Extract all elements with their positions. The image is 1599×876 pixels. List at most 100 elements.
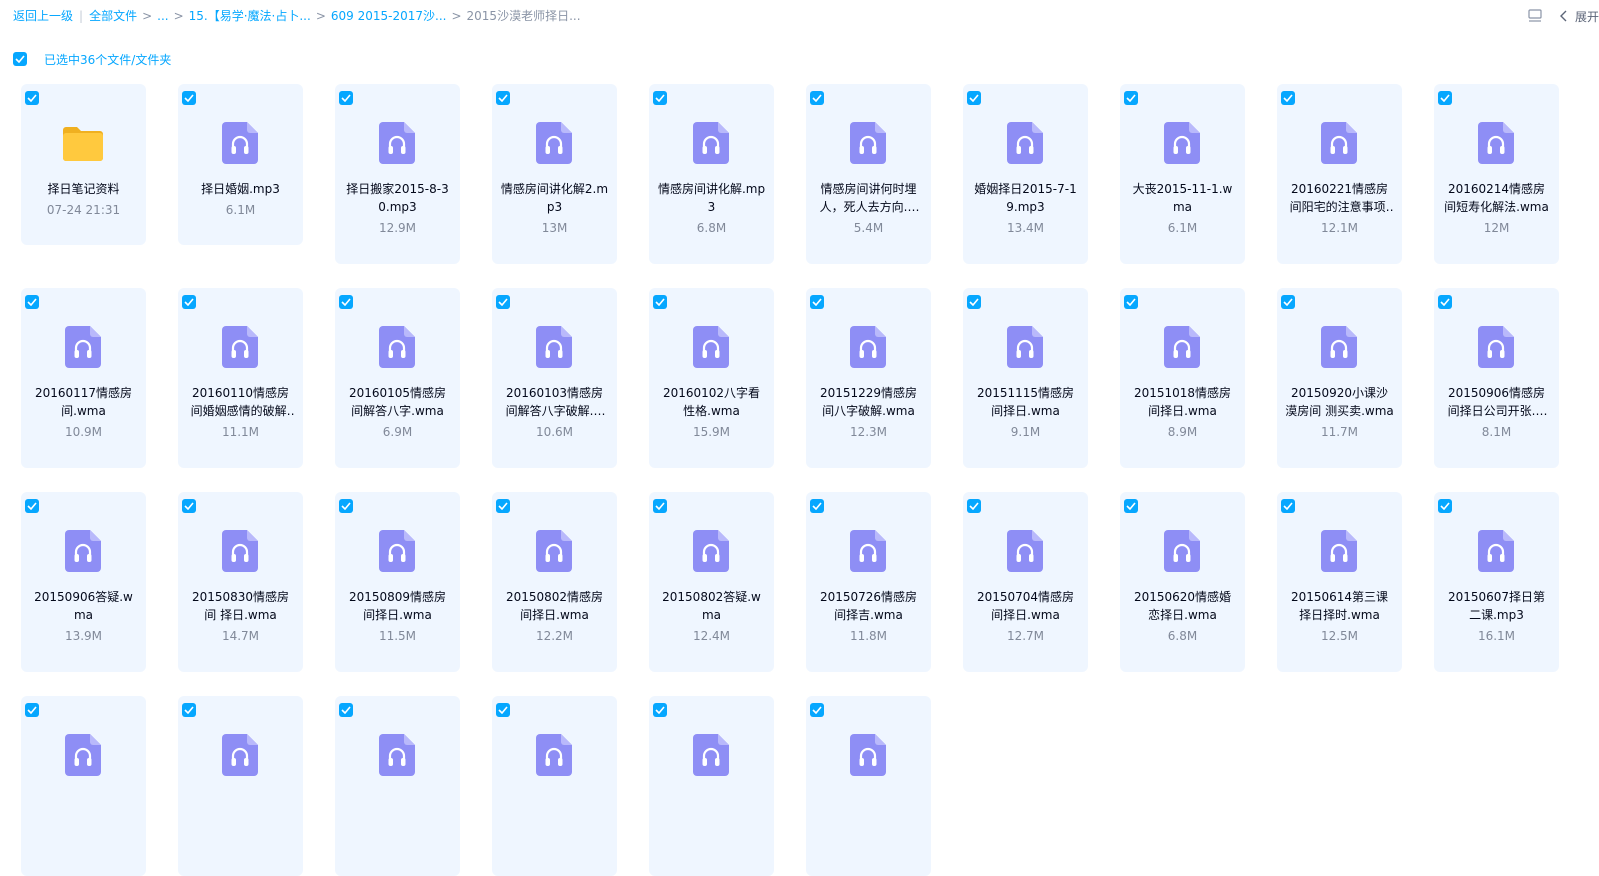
file-card[interactable]	[178, 696, 303, 876]
file-card[interactable]: 20151018情感房间择日.wma 8.9M	[1120, 288, 1245, 468]
file-card[interactable]: 20151115情感房间择日.wma 9.1M	[963, 288, 1088, 468]
file-card[interactable]	[492, 696, 617, 876]
back-link[interactable]: 返回上一级	[13, 9, 73, 23]
file-card[interactable]: 20150614第三课择日择时.wma 12.5M	[1277, 492, 1402, 672]
expand-button[interactable]: 展开	[1575, 8, 1599, 25]
file-card[interactable]: 择日搬家2015-8-30.mp3 12.9M	[335, 84, 460, 264]
file-card[interactable]: 20160214情感房间短寿化解法.wma 12M	[1434, 84, 1559, 264]
file-card[interactable]: 20150830情感房间 择日.wma 14.7M	[178, 492, 303, 672]
file-card[interactable]: 20150726情感房间择吉.wma 11.8M	[806, 492, 931, 672]
folder-card[interactable]: 择日笔记资料 07-24 21:31	[21, 84, 146, 245]
chevron-left-icon[interactable]	[1559, 10, 1569, 22]
breadcrumb-level-2[interactable]: 609 2015-2017沙...	[331, 9, 447, 23]
audio-file-icon	[1007, 530, 1043, 572]
file-card[interactable]	[21, 696, 146, 876]
file-card[interactable]: 20160103情感房间解答八字破解.wma 10.6M	[492, 288, 617, 468]
file-checkbox[interactable]	[653, 499, 667, 513]
file-checkbox[interactable]	[182, 499, 196, 513]
file-checkbox[interactable]	[967, 91, 981, 105]
checkmark-icon	[1126, 298, 1136, 306]
file-card[interactable]: 20160221情感房间阳宅的注意事项.wma 12.1M	[1277, 84, 1402, 264]
file-card[interactable]: 20160117情感房间.wma 10.9M	[21, 288, 146, 468]
file-size: 12.3M	[849, 425, 888, 439]
audio-file-icon	[1321, 122, 1357, 164]
file-checkbox[interactable]	[339, 703, 353, 717]
file-checkbox[interactable]	[653, 703, 667, 717]
checkmark-icon	[498, 298, 508, 306]
file-card[interactable]	[335, 696, 460, 876]
file-card[interactable]: 20160105情感房间解答八字.wma 6.9M	[335, 288, 460, 468]
file-checkbox[interactable]	[496, 295, 510, 309]
file-checkbox[interactable]	[25, 295, 39, 309]
breadcrumb-ellipsis[interactable]: ...	[157, 9, 168, 23]
file-checkbox[interactable]	[653, 295, 667, 309]
file-name: 大丧2015-11-1.wma	[1132, 182, 1233, 214]
file-card[interactable]: 20160102八字看性格.wma 15.9M	[649, 288, 774, 468]
file-name: 20150620情感婚恋择日.wma	[1133, 590, 1232, 622]
checkmark-icon	[812, 706, 822, 714]
file-card[interactable]: 20150906情感房间择日公司开张.wma 8.1M	[1434, 288, 1559, 468]
file-checkbox[interactable]	[1124, 91, 1138, 105]
file-card[interactable]: 20150809情感房间择日.wma 11.5M	[335, 492, 460, 672]
file-card[interactable]: 20150620情感婚恋择日.wma 6.8M	[1120, 492, 1245, 672]
breadcrumb-divider: |	[79, 9, 84, 23]
file-checkbox[interactable]	[496, 91, 510, 105]
file-checkbox[interactable]	[182, 295, 196, 309]
file-checkbox[interactable]	[25, 703, 39, 717]
file-card[interactable]: 婚姻择日2015-7-19.mp3 13.4M	[963, 84, 1088, 264]
file-checkbox[interactable]	[1281, 295, 1295, 309]
audio-file-icon	[379, 530, 415, 572]
file-checkbox[interactable]	[496, 703, 510, 717]
file-checkbox[interactable]	[182, 703, 196, 717]
file-checkbox[interactable]	[339, 295, 353, 309]
select-all-checkbox[interactable]	[13, 52, 27, 66]
file-checkbox[interactable]	[1438, 499, 1452, 513]
file-checkbox[interactable]	[967, 499, 981, 513]
file-card[interactable]: 20150802答疑.wma 12.4M	[649, 492, 774, 672]
file-checkbox[interactable]	[339, 91, 353, 105]
audio-file-icon	[536, 326, 572, 368]
file-card[interactable]: 情感房间讲化解.mp3 6.8M	[649, 84, 774, 264]
file-checkbox[interactable]	[182, 91, 196, 105]
file-name: 20151229情感房间八字破解.wma	[819, 386, 918, 418]
file-size: 12.4M	[692, 629, 731, 643]
breadcrumb-level-1[interactable]: 15.【易学·魔法·占卜...	[189, 9, 311, 23]
file-card[interactable]: 20160110情感房间婚姻感情的破解.wma 11.1M	[178, 288, 303, 468]
checkmark-icon	[1440, 298, 1450, 306]
file-checkbox[interactable]	[810, 295, 824, 309]
file-card[interactable]: 大丧2015-11-1.wma 6.1M	[1120, 84, 1245, 264]
file-card[interactable]: 20150802情感房间择日.wma 12.2M	[492, 492, 617, 672]
list-view-icon[interactable]	[1527, 9, 1543, 23]
file-checkbox[interactable]	[496, 499, 510, 513]
audio-file-icon	[1007, 122, 1043, 164]
audio-file-icon	[536, 122, 572, 164]
file-checkbox[interactable]	[653, 91, 667, 105]
file-card[interactable]: 情感房间讲何时埋人，死人去方向.wma 5.4M	[806, 84, 931, 264]
file-checkbox[interactable]	[1438, 91, 1452, 105]
file-card[interactable]: 20150704情感房间择日.wma 12.7M	[963, 492, 1088, 672]
file-checkbox[interactable]	[1281, 91, 1295, 105]
file-card[interactable]: 20150906答疑.wma 13.9M	[21, 492, 146, 672]
audio-file-icon	[693, 734, 729, 776]
checkmark-icon	[812, 502, 822, 510]
file-checkbox[interactable]	[810, 703, 824, 717]
file-checkbox[interactable]	[1438, 295, 1452, 309]
file-checkbox[interactable]	[25, 499, 39, 513]
file-size: 11.5M	[378, 629, 417, 643]
breadcrumb-all-files[interactable]: 全部文件	[89, 9, 137, 23]
file-card[interactable]: 择日婚姻.mp3 6.1M	[178, 84, 303, 245]
file-card[interactable]	[649, 696, 774, 876]
file-checkbox[interactable]	[810, 91, 824, 105]
file-checkbox[interactable]	[339, 499, 353, 513]
file-checkbox[interactable]	[1124, 295, 1138, 309]
file-card[interactable]: 情感房间讲化解2.mp3 13M	[492, 84, 617, 264]
file-checkbox[interactable]	[967, 295, 981, 309]
file-card[interactable]: 20150920小课沙漠房间 测买卖.wma 11.7M	[1277, 288, 1402, 468]
file-card[interactable]	[806, 696, 931, 876]
file-checkbox[interactable]	[810, 499, 824, 513]
file-checkbox[interactable]	[1124, 499, 1138, 513]
file-checkbox[interactable]	[25, 91, 39, 105]
file-card[interactable]: 20150607择日第二课.mp3 16.1M	[1434, 492, 1559, 672]
file-card[interactable]: 20151229情感房间八字破解.wma 12.3M	[806, 288, 931, 468]
file-checkbox[interactable]	[1281, 499, 1295, 513]
